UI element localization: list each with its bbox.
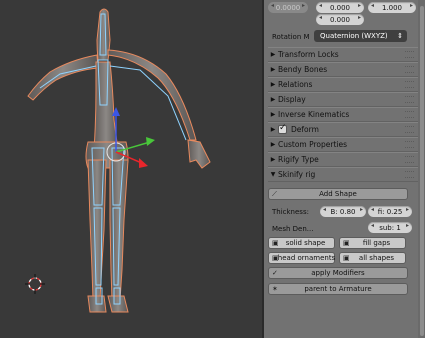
section-bendy-bones[interactable]: ▶ Bendy Bones: [268, 62, 418, 77]
fill-gaps-toggle[interactable]: ▣ fill gaps: [339, 237, 406, 249]
checkbox-icon: ▣: [272, 254, 279, 262]
rotation-z-field[interactable]: ◂ 0.000 ▸: [316, 14, 364, 25]
section-label: Display: [278, 95, 306, 104]
rotation-x-field[interactable]: ◂ 0.000 ▸: [316, 2, 364, 13]
checkbox-icon: ▣: [272, 239, 279, 247]
triangle-right-icon: ▶: [270, 126, 276, 133]
head-ornaments-label: head ornaments: [277, 254, 336, 262]
section-custom-properties[interactable]: ▶ Custom Properties: [268, 137, 418, 152]
triangle-right-icon: ▶: [270, 156, 276, 163]
drag-grip-icon[interactable]: [405, 171, 414, 178]
rotation-mode-value: Quaternion (WXYZ): [320, 32, 388, 40]
section-inverse-kinematics[interactable]: ▶ Inverse Kinematics: [268, 107, 418, 122]
triangle-right-icon: ▶: [270, 81, 276, 88]
add-shape-button[interactable]: ⟋ Add Shape: [268, 188, 408, 200]
drag-grip-icon[interactable]: [405, 111, 414, 118]
section-label: Relations: [278, 80, 313, 89]
parent-to-armature-label: parent to Armature: [304, 285, 372, 293]
section-rigify-type[interactable]: ▶ Rigify Type: [268, 152, 418, 167]
mesh-density-field[interactable]: ◂ sub: 1 ▸: [368, 222, 412, 233]
rotation-mode-select[interactable]: Quaternion (WXYZ) ⇕: [314, 30, 407, 42]
rotation-w-value: 0.0000: [275, 3, 301, 12]
section-skinify-rig[interactable]: ▼ Skinify rig: [268, 167, 418, 182]
triangle-right-icon: ▶: [270, 51, 276, 58]
apply-modifiers-label: apply Modifiers: [311, 269, 365, 277]
bone-icon: ⟋: [272, 190, 277, 198]
drag-grip-icon[interactable]: [405, 156, 414, 163]
all-shapes-toggle[interactable]: ▣ all shapes: [339, 252, 406, 264]
triangle-right-icon: ▶: [270, 111, 276, 118]
rotation-y-field[interactable]: ◂ 1.000 ▸: [368, 2, 416, 13]
mesh-density-value: sub: 1: [379, 223, 401, 232]
panel-scrollbar[interactable]: [418, 0, 425, 338]
section-label: Transform Locks: [278, 50, 339, 59]
triangle-right-icon: ▶: [270, 96, 276, 103]
rotation-y-value: 1.000: [381, 3, 403, 12]
section-label: Deform: [291, 125, 319, 134]
bone-properties-panel: ◂ 0.0000 ▸ ◂ 0.000 ▸ ◂ 1.000 ▸ ◂ 0.000 ▸ Rotatio…: [262, 0, 425, 338]
deform-checkbox[interactable]: [278, 123, 287, 134]
drag-grip-icon[interactable]: [405, 141, 414, 148]
parent-to-armature-button[interactable]: ✶ parent to Armature: [268, 283, 408, 295]
head-ornaments-toggle[interactable]: ▣ head ornaments: [268, 252, 335, 264]
3d-cursor[interactable]: [25, 274, 45, 294]
rotation-mode-label: Rotation M: [272, 33, 310, 41]
armature-icon: ✶: [272, 285, 278, 293]
triangle-right-icon: ▶: [270, 141, 276, 148]
3d-viewport[interactable]: [0, 0, 262, 338]
checkbox-icon: ▣: [343, 254, 350, 262]
solid-shape-label: solid shape: [285, 239, 326, 247]
thickness-b-field[interactable]: ◂ B: 0.80 ▸: [320, 206, 366, 217]
section-label: Skinify rig: [278, 170, 316, 179]
section-transform-locks[interactable]: ▶ Transform Locks: [268, 47, 418, 62]
updown-arrows-icon: ⇕: [397, 32, 403, 40]
x-axis-arrow[interactable]: [139, 158, 148, 168]
thickness-fi-field[interactable]: ◂ fi: 0.25 ▸: [368, 206, 412, 217]
y-axis-arrow[interactable]: [146, 137, 155, 146]
triangle-right-icon: ▶: [270, 66, 276, 73]
section-label: Inverse Kinematics: [278, 110, 350, 119]
triangle-down-icon: ▼: [270, 171, 276, 178]
scrollbar-thumb[interactable]: [420, 6, 424, 336]
drag-grip-icon[interactable]: [405, 126, 414, 133]
thickness-label: Thickness:: [272, 208, 309, 216]
section-display[interactable]: ▶ Display: [268, 92, 418, 107]
section-relations[interactable]: ▶ Relations: [268, 77, 418, 92]
mesh-density-label: Mesh Den...: [272, 225, 314, 233]
drag-grip-icon[interactable]: [405, 81, 414, 88]
add-shape-label: Add Shape: [319, 190, 357, 198]
section-label: Custom Properties: [278, 140, 348, 149]
section-deform[interactable]: ▶ Deform: [268, 122, 418, 137]
fill-gaps-label: fill gaps: [362, 239, 391, 247]
drag-grip-icon[interactable]: [405, 51, 414, 58]
check-icon: ✓: [272, 269, 278, 277]
armature-scene[interactable]: [0, 0, 262, 338]
solid-shape-toggle[interactable]: ▣ solid shape: [268, 237, 335, 249]
apply-modifiers-toggle[interactable]: ✓ apply Modifiers: [268, 267, 408, 279]
rotation-x-value: 0.000: [329, 3, 351, 12]
thickness-fi-value: fi: 0.25: [377, 207, 403, 216]
checkbox-icon: ▣: [343, 239, 350, 247]
rotation-w-field[interactable]: ◂ 0.0000 ▸: [268, 2, 308, 13]
all-shapes-label: all shapes: [358, 254, 395, 262]
drag-grip-icon[interactable]: [405, 66, 414, 73]
rotation-z-value: 0.000: [329, 15, 351, 24]
thickness-b-value: B: 0.80: [330, 207, 356, 216]
drag-grip-icon[interactable]: [405, 96, 414, 103]
section-label: Rigify Type: [278, 155, 319, 164]
section-label: Bendy Bones: [278, 65, 328, 74]
